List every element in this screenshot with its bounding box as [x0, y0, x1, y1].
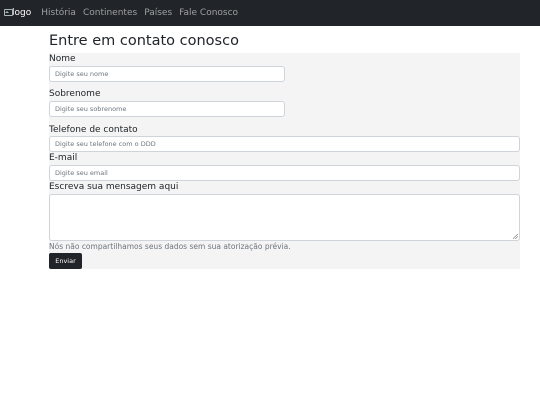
page-title: Entre em contato conosco	[49, 33, 239, 49]
broken-image-icon	[4, 9, 13, 17]
telefone-label: Telefone de contato	[49, 125, 138, 135]
nome-placeholder: Digite seu nome	[55, 70, 109, 78]
brand-logo-alt-text: logo	[12, 8, 32, 18]
email-label: E-mail	[49, 153, 78, 163]
nome-input[interactable]: Digite seu nome	[49, 66, 285, 82]
sobrenome-label: Sobrenome	[49, 89, 101, 99]
email-placeholder: Digite seu email	[55, 169, 108, 177]
navbar: logo História Continentes Países Fale Co…	[0, 0, 540, 26]
nome-label: Nome	[49, 54, 76, 64]
privacy-help-text: Nós não compartilhamos seus dados sem su…	[49, 242, 291, 251]
brand-logo[interactable]: logo	[4, 8, 31, 18]
nav-link-historia[interactable]: História	[41, 8, 76, 18]
mensagem-textarea[interactable]	[49, 194, 520, 241]
nav-link-continentes[interactable]: Continentes	[83, 8, 137, 18]
resize-handle-icon[interactable]	[513, 234, 518, 239]
nav-link-paises[interactable]: Países	[144, 8, 172, 18]
email-input[interactable]: Digite seu email	[49, 165, 520, 181]
telefone-placeholder: Digite seu telefone com o DDD	[55, 140, 156, 148]
sobrenome-placeholder: Digite seu sobrenome	[55, 105, 127, 113]
submit-button[interactable]: Enviar	[49, 253, 82, 269]
mensagem-label: Escreva sua mensagem aqui	[49, 182, 179, 192]
nav-link-fale-conosco[interactable]: Fale Conosco	[179, 8, 238, 18]
telefone-input[interactable]: Digite seu telefone com o DDD	[49, 136, 520, 152]
sobrenome-input[interactable]: Digite seu sobrenome	[49, 101, 285, 117]
